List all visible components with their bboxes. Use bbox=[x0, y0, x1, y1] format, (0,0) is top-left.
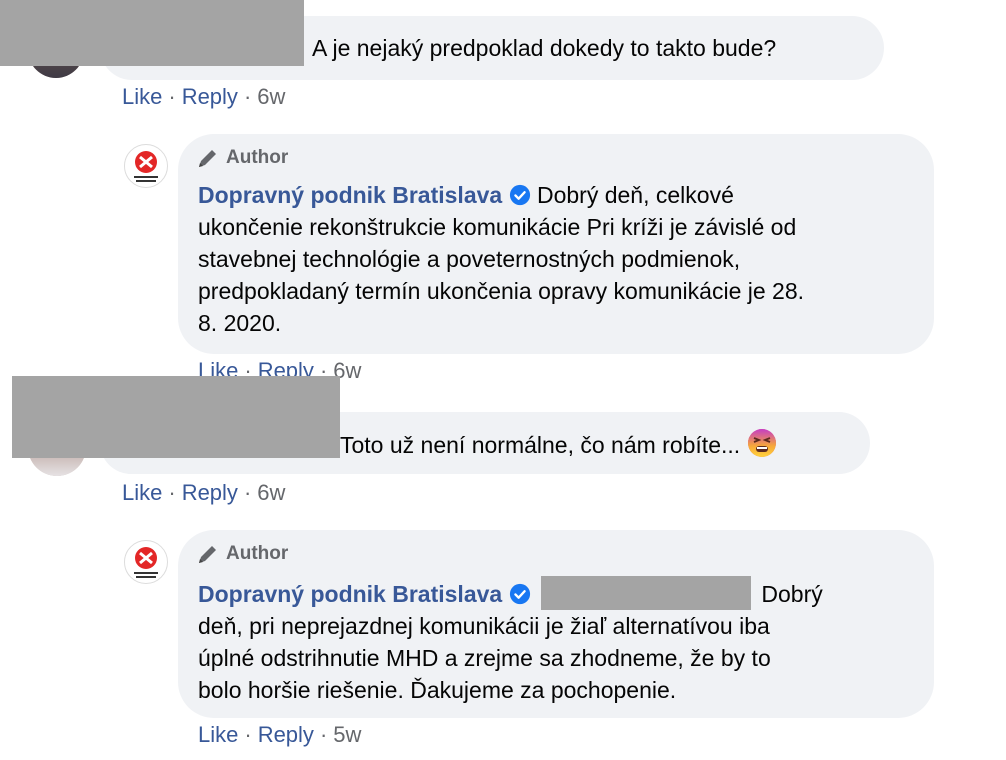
persevering-face-icon bbox=[747, 429, 776, 457]
timestamp[interactable]: 5w bbox=[333, 722, 361, 747]
reply-link[interactable]: Reply bbox=[258, 722, 314, 747]
timestamp[interactable]: 6w bbox=[257, 84, 285, 109]
dpb-logo[interactable] bbox=[124, 144, 168, 188]
verified-icon bbox=[509, 583, 530, 605]
reply-link[interactable]: Reply bbox=[182, 480, 238, 505]
like-link[interactable]: Like bbox=[122, 480, 162, 505]
comment-text: Toto už není normálne, čo nám robíte... bbox=[340, 428, 777, 461]
pen-icon bbox=[199, 546, 216, 563]
verified-icon bbox=[509, 184, 530, 206]
author-name[interactable]: Dopravný podnik Bratislava bbox=[198, 581, 502, 607]
reply-link[interactable]: Reply bbox=[182, 84, 238, 109]
redacted-username bbox=[0, 0, 304, 66]
comment-actions: Like · Reply · 5w bbox=[198, 722, 362, 747]
redacted-mention bbox=[540, 576, 751, 610]
dpb-logo[interactable] bbox=[124, 540, 168, 584]
author-badge-label: Author bbox=[226, 543, 289, 564]
comment-text: A je nejaký predpoklad dokedy to takto b… bbox=[312, 35, 777, 61]
redacted-username bbox=[12, 376, 340, 458]
author-badge: Author bbox=[196, 146, 288, 170]
comment-actions: Like · Reply · 6w bbox=[122, 480, 286, 505]
timestamp[interactable]: 6w bbox=[257, 480, 285, 505]
like-link[interactable]: Like bbox=[198, 722, 238, 747]
author-badge: Author bbox=[196, 542, 288, 566]
like-link[interactable]: Like bbox=[122, 84, 162, 109]
author-name[interactable]: Dopravný podnik Bratislava bbox=[198, 182, 502, 208]
pen-icon bbox=[199, 150, 216, 167]
comment-actions: Like · Reply · 6w bbox=[122, 84, 286, 109]
author-badge-label: Author bbox=[226, 147, 289, 168]
comment-body: Dopravný podnik Bratislava Dobrý deň, ce… bbox=[198, 182, 805, 336]
comment-body: Dopravný podnik Bratislava Dobrý deň, pr… bbox=[198, 576, 918, 706]
